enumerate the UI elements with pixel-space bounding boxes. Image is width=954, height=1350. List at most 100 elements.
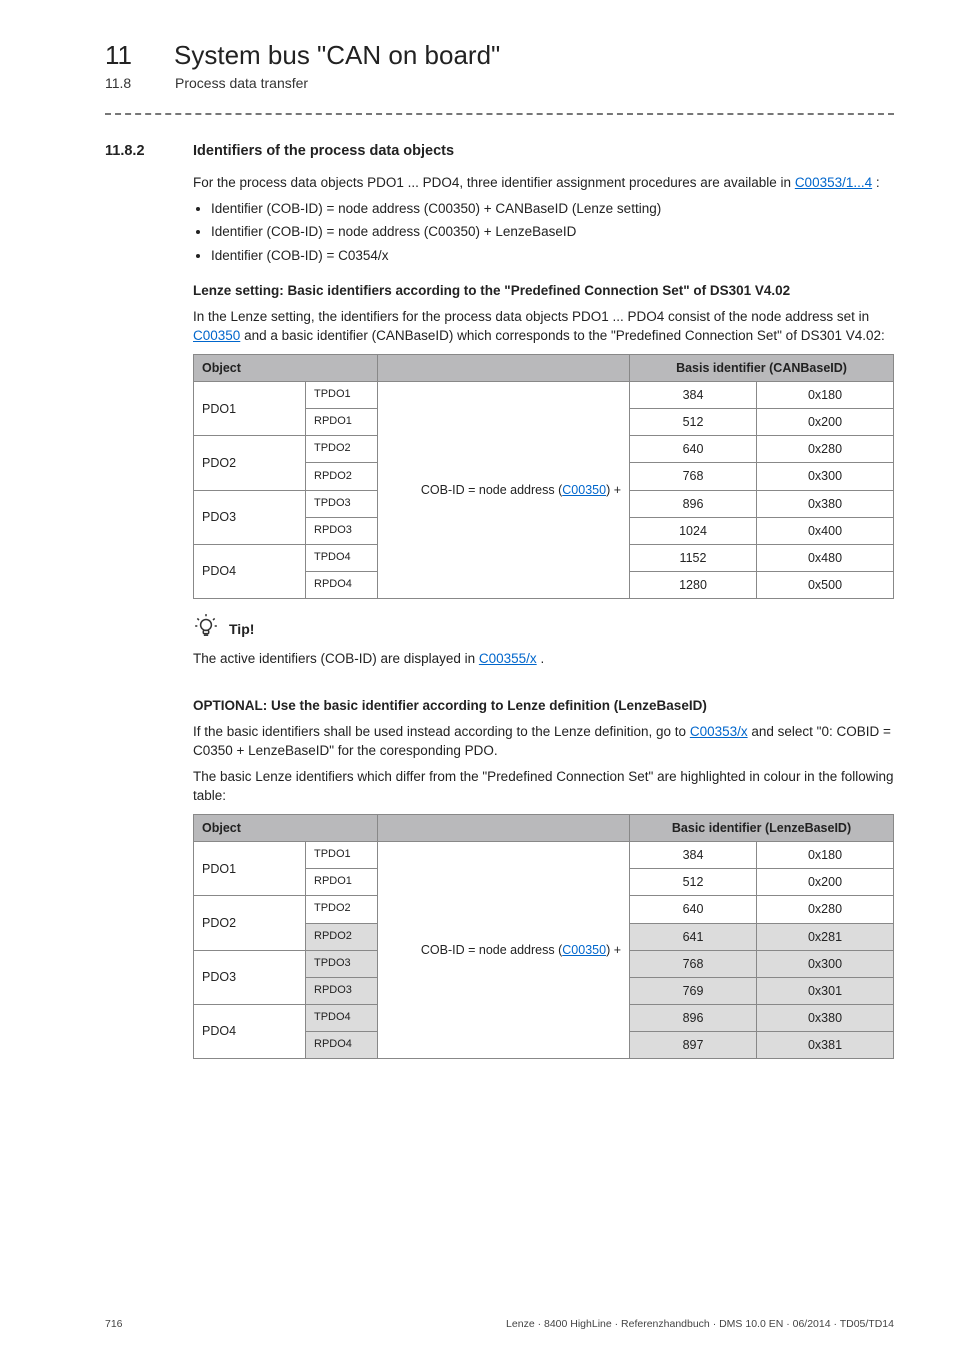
page: 11 System bus "CAN on board" 11.8 Proces… (0, 0, 954, 1350)
text: : (876, 175, 880, 190)
bullet-item: Identifier (COB-ID) = node address (C003… (211, 199, 894, 219)
th-object: Object (194, 815, 378, 842)
bullet-list: Identifier (COB-ID) = node address (C003… (193, 199, 894, 266)
subsection-title: Identifiers of the process data objects (193, 143, 454, 159)
divider (105, 113, 894, 115)
cell-decimal: 384 (630, 842, 757, 869)
link-c00353[interactable]: C00353/1...4 (795, 175, 872, 190)
cell-subobject: TPDO4 (306, 544, 378, 571)
cell-object: PDO1 (194, 382, 306, 436)
cell-object: PDO3 (194, 490, 306, 544)
cell-subobject: TPDO1 (306, 842, 378, 869)
footer-meta: Lenze · 8400 HighLine · Referenzhandbuch… (506, 1318, 894, 1330)
cell-decimal: 896 (630, 1004, 757, 1031)
text: . (540, 651, 544, 666)
cell-hex: 0x381 (757, 1032, 894, 1059)
cell-hex: 0x200 (757, 869, 894, 896)
section-title: Process data transfer (175, 75, 308, 91)
th-basis: Basis identifier (CANBaseID) (630, 354, 894, 381)
lenze-paragraph: In the Lenze setting, the identifiers fo… (193, 307, 894, 346)
link-c00350[interactable]: C00350 (562, 943, 606, 957)
cell-hex: 0x300 (757, 950, 894, 977)
table-row: PDO1TPDO1COB-ID = node address (C00350) … (194, 382, 894, 409)
cell-hex: 0x281 (757, 923, 894, 950)
cell-subobject: TPDO4 (306, 1004, 378, 1031)
th-basic: Basic identifier (LenzeBaseID) (630, 815, 894, 842)
section-line: 11.8 Process data transfer (105, 75, 894, 91)
cell-object: PDO3 (194, 950, 306, 1004)
cell-decimal: 384 (630, 382, 757, 409)
cell-subobject: RPDO2 (306, 923, 378, 950)
cell-decimal: 1152 (630, 544, 757, 571)
th-empty (378, 815, 630, 842)
cell-subobject: RPDO1 (306, 409, 378, 436)
cell-decimal: 641 (630, 923, 757, 950)
cell-decimal: 1024 (630, 517, 757, 544)
cell-decimal: 512 (630, 409, 757, 436)
cell-subobject: TPDO2 (306, 896, 378, 923)
cell-hex: 0x400 (757, 517, 894, 544)
cell-hex: 0x500 (757, 571, 894, 598)
link-c00353x[interactable]: C00353/x (690, 724, 748, 739)
cell-object: PDO4 (194, 544, 306, 598)
cell-subobject: RPDO1 (306, 869, 378, 896)
link-c00355x[interactable]: C00355/x (479, 651, 537, 666)
cell-decimal: 769 (630, 977, 757, 1004)
cell-hex: 0x480 (757, 544, 894, 571)
table-canbaseid: Object Basis identifier (CANBaseID) PDO1… (193, 354, 894, 599)
cell-hex: 0x200 (757, 409, 894, 436)
text: For the process data objects PDO1 ... PD… (193, 175, 795, 190)
cell-object: PDO4 (194, 1004, 306, 1058)
table-row: PDO1TPDO1COB-ID = node address (C00350) … (194, 842, 894, 869)
cell-decimal: 640 (630, 896, 757, 923)
cell-subobject: TPDO3 (306, 490, 378, 517)
cell-hex: 0x180 (757, 842, 894, 869)
intro-paragraph: For the process data objects PDO1 ... PD… (193, 173, 894, 193)
text: The active identifiers (COB-ID) are disp… (193, 651, 479, 666)
cell-object: PDO2 (194, 436, 306, 490)
tip-row: Tip! (193, 613, 894, 645)
subsection-heading: 11.8.2 Identifiers of the process data o… (105, 143, 894, 159)
th-empty (378, 354, 630, 381)
cell-hex: 0x301 (757, 977, 894, 1004)
section-number: 11.8 (105, 75, 133, 91)
page-number: 716 (105, 1318, 123, 1330)
optional-subhead: OPTIONAL: Use the basic identifier accor… (193, 696, 894, 716)
footer: 716 Lenze · 8400 HighLine · Referenzhand… (105, 1318, 894, 1330)
bullet-item: Identifier (COB-ID) = node address (C003… (211, 222, 894, 242)
cell-decimal: 768 (630, 950, 757, 977)
cell-subobject: RPDO2 (306, 463, 378, 490)
th-object: Object (194, 354, 378, 381)
cell-decimal: 512 (630, 869, 757, 896)
chapter-number: 11 (105, 40, 132, 71)
tip-label: Tip! (229, 619, 254, 639)
cell-hex: 0x280 (757, 896, 894, 923)
cell-decimal: 768 (630, 463, 757, 490)
text: and a basic identifier (CANBaseID) which… (244, 328, 885, 343)
link-c00350[interactable]: C00350 (562, 483, 606, 497)
cell-hex: 0x300 (757, 463, 894, 490)
lenze-subhead: Lenze setting: Basic identifiers accordi… (193, 281, 894, 301)
cell-hex: 0x180 (757, 382, 894, 409)
cell-subobject: TPDO2 (306, 436, 378, 463)
cell-hex: 0x280 (757, 436, 894, 463)
text: In the Lenze setting, the identifiers fo… (193, 309, 869, 324)
optional-p2: The basic Lenze identifiers which differ… (193, 767, 894, 806)
cell-formula: COB-ID = node address (C00350) + (378, 382, 630, 599)
cell-decimal: 1280 (630, 571, 757, 598)
text: If the basic identifiers shall be used i… (193, 724, 690, 739)
cell-subobject: TPDO1 (306, 382, 378, 409)
optional-p1: If the basic identifiers shall be used i… (193, 722, 894, 761)
cell-hex: 0x380 (757, 1004, 894, 1031)
tip-text: The active identifiers (COB-ID) are disp… (193, 649, 894, 669)
chapter-title: System bus "CAN on board" (174, 40, 500, 71)
link-c00350[interactable]: C00350 (193, 328, 240, 343)
subsection-number: 11.8.2 (105, 143, 165, 159)
cell-object: PDO2 (194, 896, 306, 950)
cell-decimal: 896 (630, 490, 757, 517)
body: For the process data objects PDO1 ... PD… (193, 173, 894, 1059)
bullet-item: Identifier (COB-ID) = C0354/x (211, 246, 894, 266)
cell-subobject: RPDO4 (306, 571, 378, 598)
chapter-line: 11 System bus "CAN on board" (105, 40, 894, 71)
cell-subobject: RPDO4 (306, 1032, 378, 1059)
